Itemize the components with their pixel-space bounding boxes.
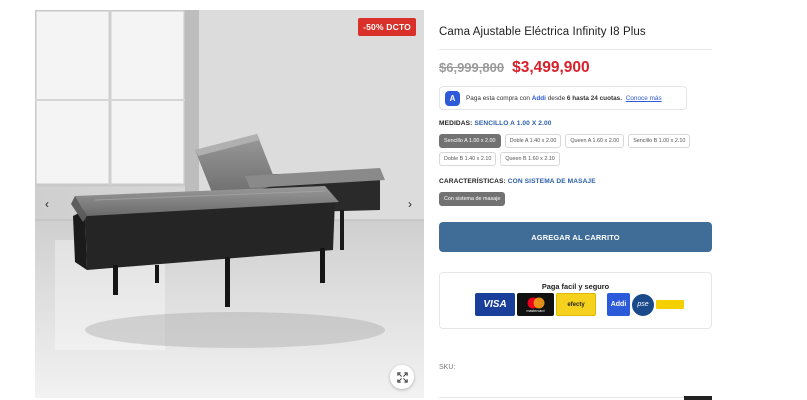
add-to-cart-button[interactable]: AGREGAR AL CARRITO <box>439 222 712 252</box>
efecty-logo: efecty <box>556 293 596 316</box>
bottom-bar <box>684 396 712 400</box>
addi-text: Paga esta compra con Addi desde 6 hasta … <box>466 94 662 102</box>
measures-selected: SENCILLO A 1.00 X 2.00 <box>474 120 552 127</box>
features-options: Con sistema de masaje <box>439 192 709 206</box>
chevron-right-icon: › <box>408 197 412 211</box>
divider <box>439 49 712 50</box>
price-row: $6,999,800 $3,499,900 <box>439 59 712 77</box>
product-title: Cama Ajustable Eléctrica Infinity I8 Plu… <box>439 26 646 38</box>
product-gallery: -50% DCTO ‹ › <box>35 10 424 398</box>
measure-option[interactable]: Sencillo A 1.00 x 2.00 <box>439 134 501 148</box>
divider <box>439 397 712 398</box>
payment-title: Paga facil y seguro <box>541 282 610 291</box>
gallery-prev-button[interactable]: ‹ <box>39 196 55 212</box>
measure-option[interactable]: Doble B 1.40 x 2.10 <box>439 152 497 166</box>
pse-logo: pse <box>632 293 654 316</box>
measure-option[interactable]: Sencillo B 1.00 x 2.10 <box>628 134 691 148</box>
addi-installments: 6 hasta 24 cuotas. <box>566 94 622 102</box>
measure-option[interactable]: Queen B 1.60 x 2.10 <box>500 152 560 166</box>
gallery-next-button[interactable]: › <box>402 196 418 212</box>
price-old: $6,999,800 <box>439 60 505 75</box>
product-image[interactable] <box>35 10 424 398</box>
zoom-button[interactable] <box>390 365 414 389</box>
mastercard-logo: mastercard <box>517 293 554 316</box>
chevron-left-icon: ‹ <box>45 197 49 211</box>
sku-label: SKU: <box>439 364 456 371</box>
discount-badge: -50% DCTO <box>358 18 416 36</box>
measure-option[interactable]: Doble A 1.40 x 2.00 <box>504 134 562 148</box>
pse-banner <box>656 300 684 309</box>
visa-logo: VISA <box>475 293 515 316</box>
measures-options: Sencillo A 1.00 x 2.00 Doble A 1.40 x 2.… <box>439 134 709 166</box>
payment-logos: VISA mastercard efecty Addi pse <box>475 293 684 316</box>
addi-brand: Addi <box>531 94 546 102</box>
addi-payment-logo: Addi <box>607 293 630 316</box>
price-current: $3,499,900 <box>512 59 590 76</box>
addi-learn-more-link[interactable]: Conoce más <box>626 95 662 102</box>
payment-methods-box: Paga facil y seguro VISA mastercard efec… <box>439 272 712 329</box>
expand-icon <box>396 371 408 383</box>
features-selected: CON SISTEMA DE MASAJE <box>507 178 596 185</box>
measure-option[interactable]: Queen A 1.60 x 2.00 <box>565 134 625 148</box>
addi-financing-banner: A Paga esta compra con Addi desde 6 hast… <box>439 86 687 110</box>
product-info: Cama Ajustable Eléctrica Infinity I8 Plu… <box>439 26 712 329</box>
features-label: CARACTERÍSTICAS: CON SISTEMA DE MASAJE <box>439 178 596 185</box>
feature-option[interactable]: Con sistema de masaje <box>439 192 506 206</box>
addi-logo-icon: A <box>445 90 460 106</box>
spacer <box>598 293 605 316</box>
mastercard-circles-icon <box>527 297 544 308</box>
measures-label: MEDIDAS: SENCILLO A 1.00 X 2.00 <box>439 120 552 127</box>
